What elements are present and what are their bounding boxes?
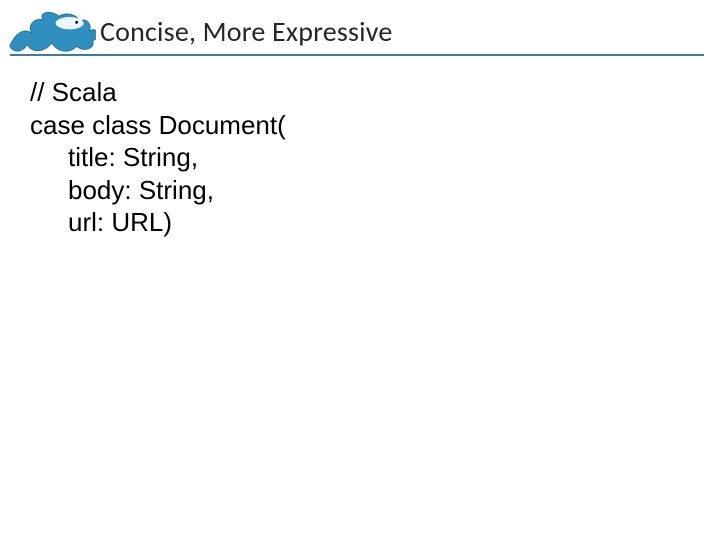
slide-header: Concise, More Expressive [0, 8, 720, 56]
code-line-5: url: URL) [68, 207, 172, 237]
logo-icon [8, 6, 96, 58]
code-line-2: case class Document( [30, 110, 286, 140]
code-line-4: body: String, [68, 175, 214, 205]
code-line-3: title: String, [68, 142, 198, 172]
title-divider [10, 54, 704, 56]
code-line-1: // Scala [30, 77, 117, 107]
slide-title: Concise, More Expressive [100, 14, 393, 49]
code-block: // Scala case class Document( title: Str… [30, 76, 286, 239]
slide: Concise, More Expressive // Scala case c… [0, 0, 720, 540]
